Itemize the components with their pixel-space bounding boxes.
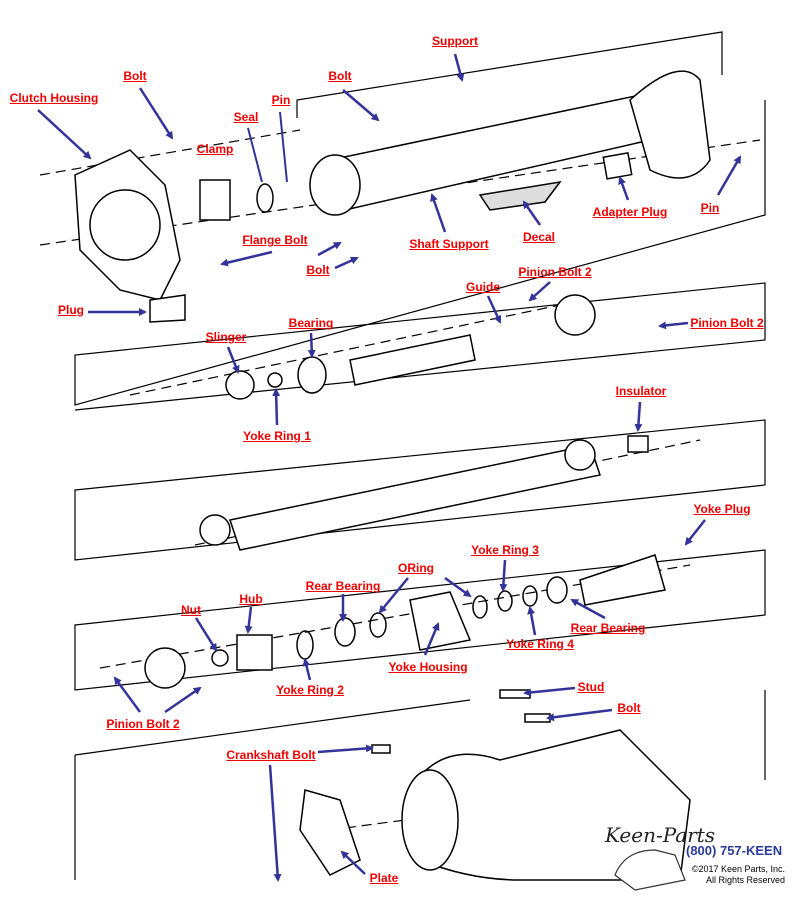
label-bolt-mid[interactable]: Bolt bbox=[306, 263, 329, 277]
parts bbox=[74, 70, 711, 881]
seal bbox=[256, 183, 274, 213]
plug bbox=[149, 294, 186, 323]
label-guide[interactable]: Guide bbox=[466, 280, 500, 294]
label-rear-bearing-left[interactable]: Rear Bearing bbox=[306, 579, 381, 593]
label-clamp[interactable]: Clamp bbox=[197, 142, 234, 156]
label-bolt-bottom[interactable]: Bolt bbox=[617, 701, 640, 715]
label-bolt-top[interactable]: Bolt bbox=[328, 69, 351, 83]
label-yoke-plug[interactable]: Yoke Plug bbox=[693, 502, 750, 516]
label-shaft-support[interactable]: Shaft Support bbox=[409, 237, 488, 251]
label-hub[interactable]: Hub bbox=[239, 592, 262, 606]
support-bell bbox=[629, 70, 711, 179]
output-shaft bbox=[579, 554, 666, 606]
label-bolt-top-left[interactable]: Bolt bbox=[123, 69, 146, 83]
label-yoke-ring-1[interactable]: Yoke Ring 1 bbox=[243, 429, 311, 443]
label-clutch-housing[interactable]: Clutch Housing bbox=[10, 91, 99, 105]
slinger bbox=[225, 370, 255, 400]
label-crankshaft-bolt[interactable]: Crankshaft Bolt bbox=[226, 748, 315, 762]
label-yoke-ring-4[interactable]: Yoke Ring 4 bbox=[506, 637, 574, 651]
decal bbox=[478, 180, 562, 211]
label-plug[interactable]: Plug bbox=[58, 303, 84, 317]
label-support[interactable]: Support bbox=[432, 34, 478, 48]
label-pinion-bolt-2-bottom[interactable]: Pinion Bolt 2 bbox=[106, 717, 179, 731]
label-pin-left[interactable]: Pin bbox=[272, 93, 291, 107]
label-oring[interactable]: ORing bbox=[398, 561, 434, 575]
label-yoke-ring-3[interactable]: Yoke Ring 3 bbox=[471, 543, 539, 557]
rights-text: All Rights Reserved bbox=[705, 875, 785, 885]
label-plate[interactable]: Plate bbox=[370, 871, 399, 885]
label-bearing[interactable]: Bearing bbox=[289, 316, 334, 330]
label-yoke-housing[interactable]: Yoke Housing bbox=[388, 660, 467, 674]
exploded-parts-diagram bbox=[37, 31, 766, 882]
label-yoke-ring-2[interactable]: Yoke Ring 2 bbox=[276, 683, 344, 697]
copyright-text: ©2017 Keen Parts, Inc. bbox=[691, 864, 785, 874]
label-adapter-plug[interactable]: Adapter Plug bbox=[593, 205, 668, 219]
label-nut[interactable]: Nut bbox=[181, 603, 201, 617]
hub bbox=[236, 634, 273, 671]
label-insulator[interactable]: Insulator bbox=[616, 384, 667, 398]
label-decal[interactable]: Decal bbox=[523, 230, 555, 244]
label-pinion-bolt-2-right[interactable]: Pinion Bolt 2 bbox=[690, 316, 763, 330]
label-rear-bearing-right[interactable]: Rear Bearing bbox=[571, 621, 646, 635]
label-pinion-bolt-2-top[interactable]: Pinion Bolt 2 bbox=[518, 265, 591, 279]
label-slinger[interactable]: Slinger bbox=[206, 330, 247, 344]
bearing bbox=[297, 356, 327, 394]
yoke-housing bbox=[409, 591, 472, 651]
clamp bbox=[199, 179, 231, 221]
copyright-notice: ©2017 Keen Parts, Inc. All Rights Reserv… bbox=[689, 864, 785, 886]
insulator bbox=[627, 435, 649, 453]
label-seal[interactable]: Seal bbox=[234, 110, 259, 124]
label-stud[interactable]: Stud bbox=[578, 680, 605, 694]
label-flange-bolt[interactable]: Flange Bolt bbox=[242, 233, 307, 247]
phone-number: (800) 757-KEEN bbox=[686, 843, 783, 858]
label-pin-right[interactable]: Pin bbox=[701, 201, 720, 215]
adapter-plug bbox=[602, 152, 633, 180]
drive-tube bbox=[229, 444, 601, 551]
shaft-stub bbox=[349, 334, 476, 386]
